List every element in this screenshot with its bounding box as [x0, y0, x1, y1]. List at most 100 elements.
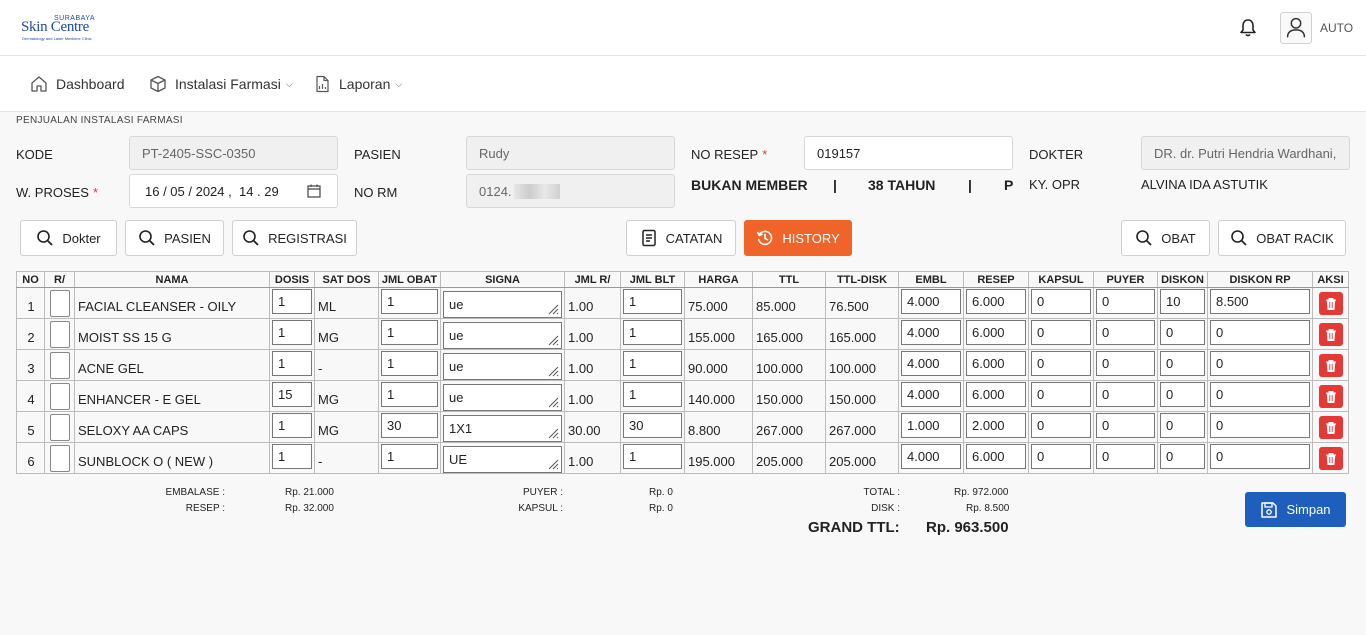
no-resep-field[interactable]: 019157 — [804, 136, 1013, 170]
resep-input[interactable]: 6.000 — [966, 444, 1026, 469]
r-checkbox[interactable] — [49, 352, 70, 379]
diskon-rp-input[interactable]: 8.500 — [1210, 289, 1310, 314]
diskon-input[interactable]: 0 — [1160, 382, 1205, 407]
diskon-rp-input[interactable]: 0 — [1210, 444, 1310, 469]
diskon-input[interactable]: 0 — [1160, 444, 1205, 469]
obat-racik-button[interactable]: OBAT RACIK — [1218, 220, 1346, 256]
w-proses-datetime-input[interactable]: 16 / 05 / 2024 , 14 . 29 — [129, 174, 338, 208]
resep-input[interactable]: 6.000 — [966, 320, 1026, 345]
diskon-input[interactable]: 0 — [1160, 320, 1205, 345]
r-checkbox[interactable] — [49, 414, 70, 441]
diskon-input[interactable]: 0 — [1160, 413, 1205, 438]
kapsul-input[interactable]: 0 — [1031, 444, 1091, 469]
kapsul-input[interactable]: 0 — [1031, 413, 1091, 438]
puyer-input[interactable]: 0 — [1096, 351, 1155, 376]
delete-row-button[interactable] — [1318, 291, 1343, 315]
delete-row-button[interactable] — [1318, 384, 1343, 408]
embl-input[interactable]: 4.000 — [901, 382, 961, 407]
jml-blt-input[interactable]: 1 — [623, 351, 682, 376]
resep-input[interactable]: 6.000 — [966, 289, 1026, 314]
kapsul-input[interactable]: 0 — [1031, 382, 1091, 407]
jml-obat-input[interactable]: 30 — [381, 413, 438, 438]
nav-dashboard[interactable]: Dashboard — [30, 75, 125, 93]
signa-textarea[interactable]: ue — [443, 290, 562, 318]
resize-handle-icon[interactable] — [547, 427, 559, 439]
signa-textarea[interactable]: UE — [443, 445, 562, 473]
resize-handle-icon[interactable] — [547, 365, 559, 377]
resize-handle-icon[interactable] — [547, 458, 559, 470]
puyer-input[interactable]: 0 — [1096, 289, 1155, 314]
dosis-input[interactable]: 1 — [272, 351, 312, 376]
kapsul-input[interactable]: 0 — [1031, 289, 1091, 314]
jml-blt-input[interactable]: 30 — [623, 413, 682, 438]
signa-textarea[interactable]: ue — [443, 383, 562, 411]
resep-input[interactable]: 2.000 — [966, 413, 1026, 438]
embl-input[interactable]: 4.000 — [901, 444, 961, 469]
no-rm-field[interactable]: 0124. — [466, 174, 675, 208]
history-button[interactable]: HISTORY — [744, 220, 852, 256]
jml-obat-input[interactable]: 1 — [381, 320, 438, 345]
kode-field[interactable]: PT-2405-SSC-0350 — [129, 136, 338, 170]
resep-input[interactable]: 6.000 — [966, 382, 1026, 407]
puyer-input[interactable]: 0 — [1096, 382, 1155, 407]
delete-row-button[interactable] — [1318, 415, 1343, 439]
r-checkbox[interactable] — [49, 383, 70, 410]
signa-textarea[interactable]: ue — [443, 321, 562, 349]
jml-blt-input[interactable]: 1 — [623, 382, 682, 407]
pasien-field[interactable]: Rudy — [466, 136, 675, 170]
kapsul-input[interactable]: 0 — [1031, 320, 1091, 345]
bell-icon[interactable] — [1239, 18, 1257, 38]
delete-row-button[interactable] — [1318, 322, 1343, 346]
user-avatar[interactable] — [1280, 12, 1312, 44]
embl-input[interactable]: 4.000 — [901, 351, 961, 376]
calendar-icon[interactable] — [307, 184, 321, 198]
nav-laporan[interactable]: Laporan ⌵ — [313, 75, 402, 93]
dosis-input[interactable]: 1 — [272, 320, 312, 345]
username[interactable]: AUTO — [1320, 21, 1353, 35]
diskon-rp-input[interactable]: 0 — [1210, 382, 1310, 407]
delete-row-button[interactable] — [1318, 446, 1343, 470]
puyer-input[interactable]: 0 — [1096, 320, 1155, 345]
nav-instalasi-farmasi[interactable]: Instalasi Farmasi ⌵ — [149, 75, 293, 93]
jml-obat-input[interactable]: 1 — [381, 351, 438, 376]
diskon-input[interactable]: 0 — [1160, 351, 1205, 376]
embl-input[interactable]: 4.000 — [901, 289, 961, 314]
registrasi-button[interactable]: REGISTRASI — [232, 220, 357, 256]
resize-handle-icon[interactable] — [547, 334, 559, 346]
r-checkbox[interactable] — [49, 290, 70, 317]
clinic-logo[interactable]: SURABAYA Skin Centre Dermatology and Las… — [20, 12, 100, 44]
r-checkbox[interactable] — [49, 321, 70, 348]
diskon-rp-input[interactable]: 0 — [1210, 320, 1310, 345]
dosis-input[interactable]: 15 — [272, 382, 312, 407]
r-checkbox[interactable] — [49, 445, 70, 472]
save-button[interactable]: Simpan — [1245, 492, 1346, 527]
catatan-button[interactable]: CATATAN — [626, 220, 736, 256]
resize-handle-icon[interactable] — [547, 303, 559, 315]
jml-obat-input[interactable]: 1 — [381, 382, 438, 407]
dosis-input[interactable]: 1 — [272, 289, 312, 314]
delete-row-button[interactable] — [1318, 353, 1343, 377]
diskon-rp-input[interactable]: 0 — [1210, 351, 1310, 376]
dokter-field[interactable]: DR. dr. Putri Hendria Wardhani, — [1141, 136, 1350, 170]
dokter-button[interactable]: Dokter — [20, 220, 117, 256]
signa-textarea[interactable]: ue — [443, 352, 562, 380]
resize-handle-icon[interactable] — [547, 396, 559, 408]
diskon-input[interactable]: 10 — [1160, 289, 1205, 314]
embl-input[interactable]: 1.000 — [901, 413, 961, 438]
jml-obat-input[interactable]: 1 — [381, 289, 438, 314]
dosis-input[interactable]: 1 — [272, 444, 312, 469]
jml-obat-input[interactable]: 1 — [381, 444, 438, 469]
signa-textarea[interactable]: 1X1 — [443, 414, 562, 442]
jml-blt-input[interactable]: 1 — [623, 444, 682, 469]
embl-input[interactable]: 4.000 — [901, 320, 961, 345]
obat-button[interactable]: OBAT — [1121, 220, 1210, 256]
jml-blt-input[interactable]: 1 — [623, 289, 682, 314]
kapsul-input[interactable]: 0 — [1031, 351, 1091, 376]
dosis-input[interactable]: 1 — [272, 413, 312, 438]
puyer-input[interactable]: 0 — [1096, 444, 1155, 469]
pasien-button[interactable]: PASIEN — [125, 220, 224, 256]
resep-input[interactable]: 6.000 — [966, 351, 1026, 376]
diskon-rp-input[interactable]: 0 — [1210, 413, 1310, 438]
puyer-input[interactable]: 0 — [1096, 413, 1155, 438]
jml-blt-input[interactable]: 1 — [623, 320, 682, 345]
